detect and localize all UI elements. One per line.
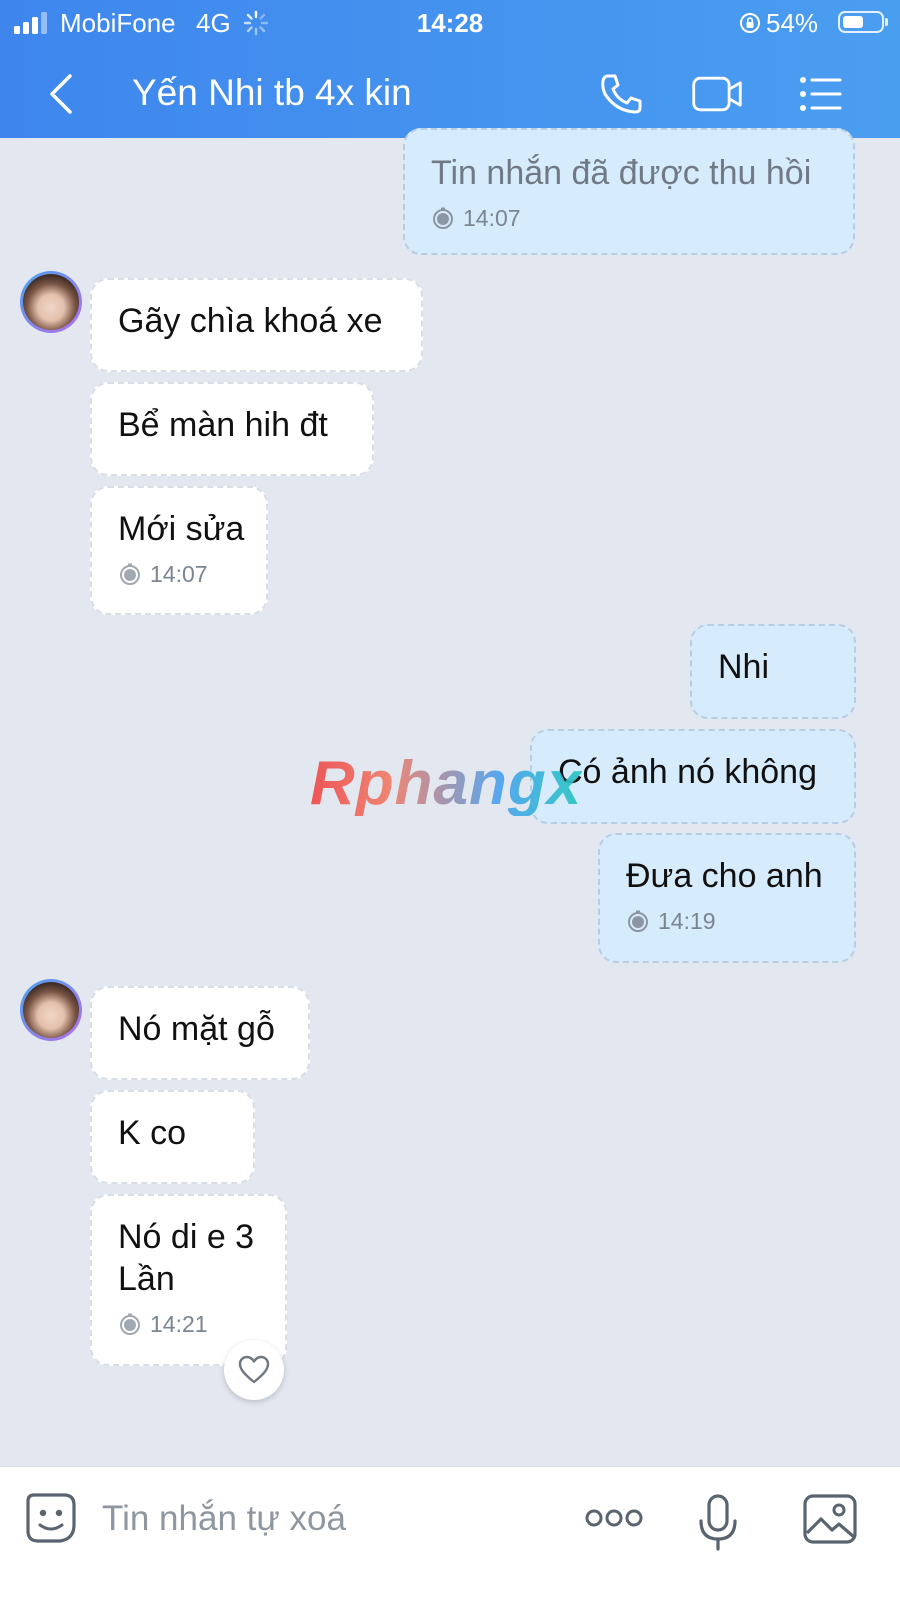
message-text: Nó mặt gỗ xyxy=(118,1010,275,1048)
video-camera-icon[interactable] xyxy=(690,68,744,120)
message-time: 14:19 xyxy=(626,907,828,935)
message-bubble-incoming[interactable]: Bể màn hih đt xyxy=(90,382,374,476)
chat-header: MobiFone 4G 14:28 54% Yến Nhi tb 4x kin xyxy=(0,0,900,138)
avatar-photo xyxy=(23,982,79,1038)
message-text: K co xyxy=(118,1114,187,1152)
clock-time: 14:28 xyxy=(416,8,484,38)
message-text: Nhi xyxy=(718,648,770,686)
status-bar: MobiFone 4G 14:28 54% xyxy=(0,0,900,46)
image-gallery-icon[interactable] xyxy=(802,1493,858,1545)
battery-percent: 54% xyxy=(766,8,819,38)
watermark-logo: Rphangx xyxy=(310,749,583,818)
message-text: Mới sửa xyxy=(118,510,245,548)
reaction-button[interactable] xyxy=(224,1340,284,1400)
message-bubble-incoming[interactable]: Nó mặt gỗ xyxy=(90,986,310,1080)
avatar-photo xyxy=(23,274,79,330)
battery-icon xyxy=(838,11,888,33)
message-text: Bể màn hih đt xyxy=(118,406,328,444)
emoji-sticker-icon[interactable] xyxy=(24,1491,78,1547)
message-text: Gãy chìa khoá xe xyxy=(118,302,383,340)
list-menu-icon[interactable] xyxy=(794,68,848,120)
message-text: Nó di e 3 Lần xyxy=(118,1218,255,1298)
message-composer: Tin nhắn tự xoá xyxy=(0,1466,900,1601)
rotation-lock-icon xyxy=(740,13,760,33)
message-bubble-outgoing[interactable]: Đưa cho anh 14:19 xyxy=(598,833,856,963)
heart-icon xyxy=(238,1355,270,1384)
message-text: Đưa cho anh xyxy=(626,857,823,895)
clock-icon xyxy=(120,1313,140,1335)
message-bubble-outgoing[interactable]: Nhi xyxy=(690,624,856,719)
message-bubble-incoming[interactable]: K co xyxy=(90,1090,255,1184)
message-time: 14:07 xyxy=(431,204,827,232)
microphone-icon[interactable] xyxy=(696,1493,740,1553)
message-bubble-outgoing[interactable]: Tin nhắn đã được thu hồi 14:07 xyxy=(403,128,855,255)
avatar[interactable] xyxy=(20,271,82,333)
message-text: Tin nhắn đã được thu hồi xyxy=(431,154,812,192)
message-bubble-incoming[interactable]: Gãy chìa khoá xe xyxy=(90,278,423,372)
message-input[interactable]: Tin nhắn tự xoá xyxy=(102,1497,346,1541)
message-text: Có ảnh nó không xyxy=(558,753,817,791)
message-time: 14:21 xyxy=(118,1310,259,1338)
chevron-left-icon[interactable] xyxy=(42,70,82,118)
more-dots-icon[interactable] xyxy=(584,1505,644,1531)
message-time: 14:07 xyxy=(118,560,240,588)
nav-bar: Yến Nhi tb 4x kin xyxy=(0,50,900,138)
clock-icon xyxy=(628,910,648,932)
contact-name-title[interactable]: Yến Nhi tb 4x kin xyxy=(132,70,412,116)
clock-icon xyxy=(120,563,140,585)
clock-icon xyxy=(433,207,453,229)
phone-icon[interactable] xyxy=(594,68,648,120)
message-bubble-incoming[interactable]: Mới sửa 14:07 xyxy=(90,486,268,615)
avatar[interactable] xyxy=(20,979,82,1041)
